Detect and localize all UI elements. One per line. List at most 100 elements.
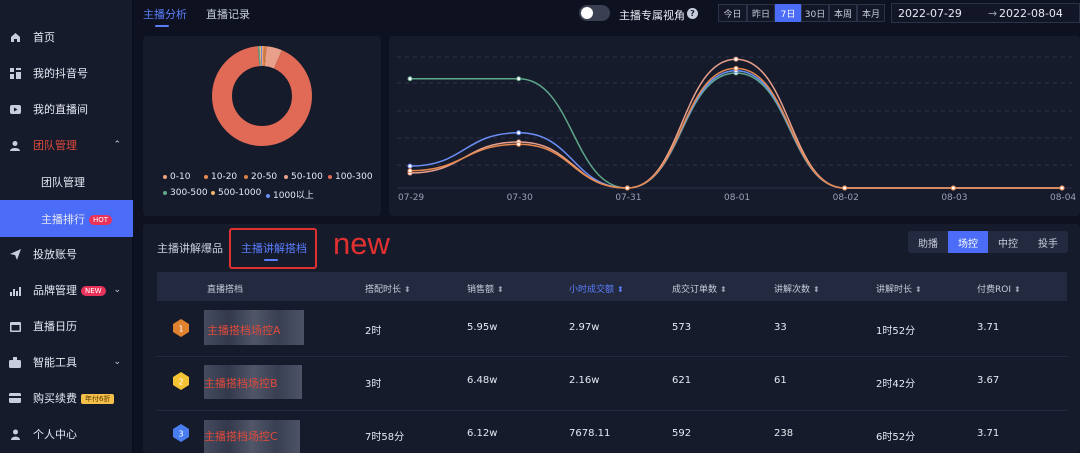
data-point[interactable] [516, 141, 522, 147]
legend-item[interactable]: 10-20 [204, 172, 237, 182]
date-7d-button[interactable]: 7日 [775, 4, 801, 22]
date-end[interactable]: 2022-08-04 [999, 7, 1063, 20]
sidebar-item-douyin[interactable]: 我的抖音号 [0, 55, 133, 91]
date-start[interactable]: 2022-07-29 [898, 7, 962, 20]
legend-item[interactable]: 1000以上 [266, 188, 314, 201]
date-30d-button[interactable]: 30日 [801, 4, 829, 22]
sidebar-item-live-room[interactable]: 我的直播间 [0, 91, 133, 127]
sidebar-item-profile[interactable]: 个人中心 [0, 416, 133, 452]
date-yesterday-button[interactable]: 昨日 [747, 4, 775, 22]
partner-name[interactable]: 主播搭档场控C [204, 428, 278, 444]
tab-anchor-hot-products[interactable]: 主播讲解爆品 [157, 240, 223, 256]
team-icon [9, 139, 21, 151]
sort-icon[interactable]: ⬍ [497, 285, 504, 294]
data-point[interactable] [1059, 185, 1065, 191]
legend-label: 1000以上 [273, 191, 314, 201]
cell-duration: 3时 [365, 379, 382, 390]
role-media-buyer-button[interactable]: 投手 [1028, 231, 1068, 253]
legend-dot [163, 174, 167, 179]
col-explain-duration[interactable]: 讲解时长 ⬍ [876, 282, 922, 295]
tab-anchor-analysis[interactable]: 主播分析 [143, 6, 187, 27]
role-assistant-button[interactable]: 助播 [908, 231, 948, 253]
sidebar-item-team[interactable]: 团队管理 ⌃ [0, 127, 133, 163]
user-icon [9, 428, 21, 440]
legend-item[interactable]: 0-10 [163, 172, 190, 182]
sidebar: 首页 我的抖音号 我的直播间 团队管理 ⌃ 团队管理 主播排行 HOT 投放账号 … [0, 0, 133, 453]
partner-name[interactable]: 主播搭档场控A [207, 322, 281, 338]
data-point[interactable] [733, 56, 739, 62]
legend-label: 500-1000 [218, 188, 262, 198]
x-tick-label: 07-30 [506, 193, 533, 203]
date-today-button[interactable]: 今日 [718, 4, 747, 22]
col-hourly-sales[interactable]: 小时成交额 ⬍ [569, 282, 624, 295]
data-point[interactable] [624, 185, 630, 191]
sidebar-item-tools[interactable]: 智能工具 ⌄ [0, 344, 133, 380]
sidebar-subitem-anchor-rank[interactable]: 主播排行 HOT [0, 200, 133, 237]
sort-icon[interactable]: ⬍ [1014, 285, 1021, 294]
series-line [409, 72, 1062, 189]
col-explain-count[interactable]: 讲解次数 ⬍ [774, 282, 820, 295]
cell-explain-count: 33 [774, 322, 787, 333]
date-month-button[interactable]: 本月 [857, 4, 885, 22]
data-point[interactable] [407, 163, 413, 169]
role-field-control-button[interactable]: 场控 [948, 231, 988, 253]
x-tick-label: 07-29 [398, 193, 425, 203]
calendar-icon [9, 320, 21, 332]
sidebar-item-renew[interactable]: 购买续费 年付6折 [0, 380, 133, 416]
sidebar-item-brand[interactable]: 品牌管理 NEW ⌄ [0, 272, 133, 308]
legend-item[interactable]: 100-300 [328, 172, 373, 182]
legend-label: 20-50 [251, 172, 278, 182]
sidebar-item-label: 投放账号 [33, 248, 77, 261]
sort-icon[interactable]: ⬍ [813, 285, 820, 294]
col-sales[interactable]: 销售额 ⬍ [467, 282, 504, 295]
legend-item[interactable]: 50-100 [284, 172, 323, 182]
data-point[interactable] [950, 185, 956, 191]
role-center-control-button[interactable]: 中控 [988, 231, 1028, 253]
legend-dot [211, 190, 215, 195]
data-point[interactable] [842, 185, 848, 191]
sidebar-item-ad-account[interactable]: 投放账号 [0, 236, 133, 272]
col-orders[interactable]: 成交订单数 ⬍ [672, 282, 727, 295]
legend-dot [328, 174, 332, 179]
sort-icon[interactable]: ⬍ [404, 285, 411, 294]
date-range-picker[interactable]: 2022-07-29 → 2022-08-04 [891, 3, 1080, 23]
col-roi[interactable]: 付费ROI ⬍ [977, 282, 1021, 295]
home-icon [9, 31, 21, 43]
legend-item[interactable]: 20-50 [244, 172, 277, 182]
svg-text:2: 2 [178, 378, 183, 387]
sidebar-item-label: 我的抖音号 [33, 67, 88, 80]
anchor-view-toggle[interactable] [579, 5, 610, 21]
chevron-down-icon: ⌄ [113, 357, 121, 367]
help-icon[interactable]: ? [687, 8, 698, 19]
x-tick-label: 08-02 [832, 193, 859, 203]
cell-hourly: 2.16w [569, 375, 600, 386]
data-point[interactable] [516, 130, 522, 136]
series-line [409, 69, 1062, 189]
tool-icon [9, 356, 21, 368]
sidebar-item-calendar[interactable]: 直播日历 [0, 308, 133, 344]
chevron-down-icon: ⌄ [113, 285, 121, 295]
rank-medal-icon: 1 [173, 319, 189, 337]
sort-icon[interactable]: ⬍ [915, 285, 922, 294]
col-duration[interactable]: 搭配时长 ⬍ [365, 282, 411, 295]
sort-icon[interactable]: ⬍ [617, 285, 624, 294]
data-point[interactable] [407, 168, 413, 174]
sidebar-item-label: 智能工具 [33, 356, 77, 369]
sidebar-item-home[interactable]: 首页 [0, 19, 133, 55]
tab-live-records[interactable]: 直播记录 [206, 6, 250, 22]
sidebar-subitem-team-manage[interactable]: 团队管理 [0, 163, 133, 200]
sort-icon[interactable]: ⬍ [720, 285, 727, 294]
legend-dot [204, 174, 208, 179]
data-point[interactable] [733, 65, 739, 71]
row-divider [157, 356, 1067, 357]
legend-item[interactable]: 500-1000 [211, 188, 261, 198]
legend-item[interactable]: 300-500 [163, 188, 208, 198]
sidebar-item-label: 主播排行 HOT [41, 211, 113, 227]
partner-name[interactable]: 主播搭档场控B [204, 375, 278, 391]
donut-slice-100-300[interactable] [212, 46, 312, 146]
cell-duration: 7时58分 [365, 432, 405, 443]
date-week-button[interactable]: 本周 [829, 4, 857, 22]
data-point[interactable] [516, 76, 522, 82]
data-point[interactable] [407, 76, 413, 82]
sidebar-item-label: 首页 [33, 31, 55, 44]
